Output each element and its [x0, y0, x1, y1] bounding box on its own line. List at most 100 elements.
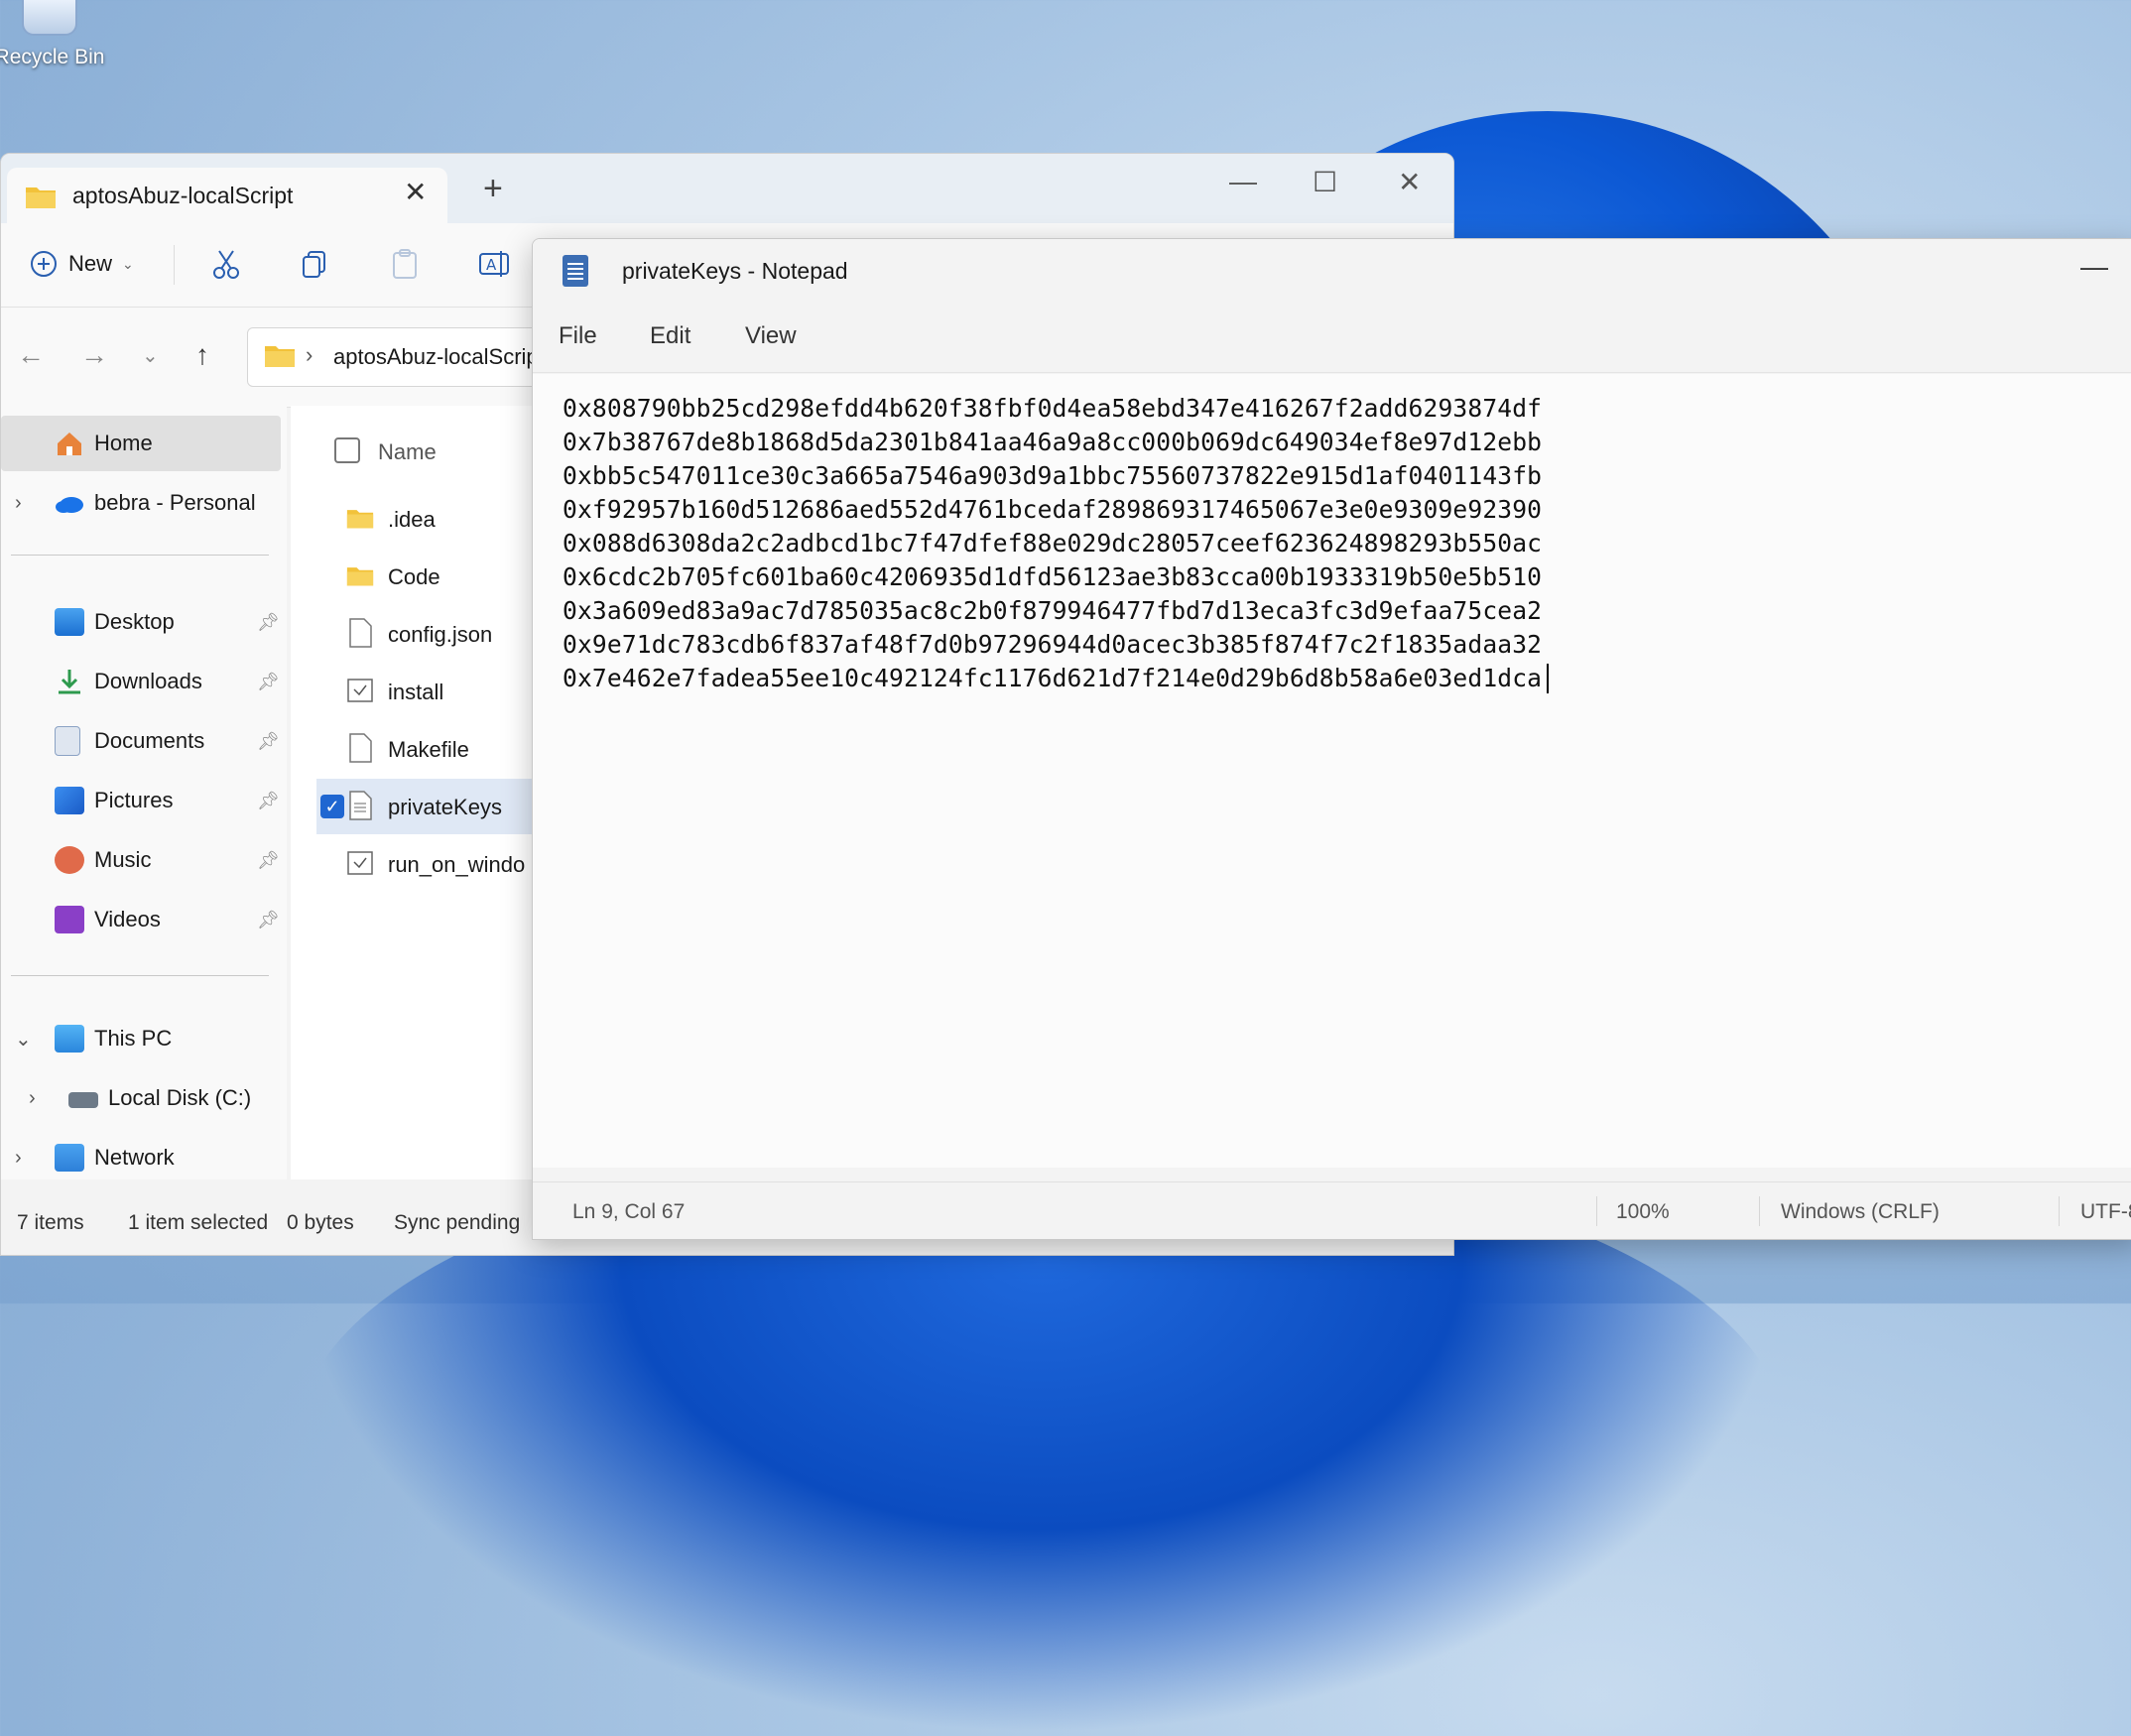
- home-icon: [58, 433, 81, 455]
- notepad-text-area[interactable]: 0x808790bb25cd298efdd4b620f38fbf0d4ea58e…: [533, 374, 2131, 1168]
- sync-status: Sync pending: [394, 1211, 521, 1234]
- sidebar-item-local-disk[interactable]: › Local Disk (C:): [15, 1070, 297, 1126]
- close-icon[interactable]: ✕: [1398, 166, 1421, 198]
- encoding: UTF-8: [2080, 1200, 2131, 1223]
- menu-view[interactable]: View: [745, 322, 797, 350]
- file-name: config.json: [388, 622, 493, 647]
- menu-edit[interactable]: Edit: [650, 322, 690, 350]
- notepad-window: privateKeys - Notepad — File Edit View 0…: [532, 238, 2131, 1240]
- recent-chevron-icon[interactable]: ⌄: [142, 343, 159, 368]
- back-arrow-icon[interactable]: ←: [17, 339, 45, 371]
- sidebar-divider: [11, 975, 269, 976]
- notepad-menubar: File Edit View: [533, 303, 2131, 373]
- notepad-icon: [563, 255, 588, 287]
- sidebar-item-home[interactable]: Home: [1, 416, 281, 471]
- music-icon: [55, 846, 84, 874]
- sidebar-label: bebra - Personal: [94, 490, 256, 515]
- rename-icon[interactable]: A: [477, 247, 511, 281]
- sidebar-label: Videos: [94, 907, 161, 931]
- sidebar-item-this-pc[interactable]: ⌄ This PC: [1, 1011, 283, 1066]
- tab-close-icon[interactable]: ✕: [404, 176, 427, 208]
- text-line: 0xbb5c547011ce30c3a665a7546a903d9a1bbc75…: [563, 461, 1543, 490]
- pin-icon[interactable]: 📌︎: [257, 612, 280, 633]
- sidebar-item-music[interactable]: Music 📌︎: [1, 832, 283, 888]
- explorer-tab[interactable]: aptosAbuz-localScript ✕: [7, 168, 447, 223]
- notepad-status-bar: Ln 9, Col 67 100% Windows (CRLF) UTF-8: [533, 1181, 2131, 1239]
- pin-icon[interactable]: 📌︎: [257, 850, 280, 871]
- pin-icon[interactable]: 📌︎: [257, 791, 280, 811]
- text-line: 0x7b38767de8b1868d5da2301b841aa46a9a8cc0…: [563, 428, 1543, 456]
- folder-icon: [265, 346, 295, 367]
- sidebar-item-desktop[interactable]: Desktop 📌︎: [1, 594, 283, 650]
- collapse-chevron-icon[interactable]: ⌄: [15, 1027, 32, 1052]
- script-file-icon: [347, 851, 373, 875]
- explorer-tabbar: aptosAbuz-localScript ✕ + — ☐ ✕: [1, 154, 1453, 223]
- row-checkbox-checked[interactable]: ✓: [320, 795, 344, 818]
- sidebar-label: Downloads: [94, 669, 202, 693]
- sidebar-label: Music: [94, 847, 152, 872]
- sidebar-item-network[interactable]: › Network: [1, 1130, 283, 1185]
- zoom-level: 100%: [1616, 1200, 1670, 1223]
- notepad-title: privateKeys - Notepad: [622, 258, 848, 284]
- status-divider: [1759, 1196, 1760, 1226]
- sidebar-label: Desktop: [94, 609, 175, 634]
- text-line: 0x808790bb25cd298efdd4b620f38fbf0d4ea58e…: [563, 394, 1543, 423]
- recycle-bin-desktop-icon[interactable]: Recycle Bin: [0, 0, 109, 69]
- sidebar-label: Home: [94, 431, 153, 455]
- file-name: run_on_windo: [388, 852, 526, 877]
- tab-title: aptosAbuz-localScript: [72, 183, 294, 208]
- file-icon: [349, 733, 372, 763]
- copy-icon[interactable]: [299, 247, 332, 281]
- sidebar-label: This PC: [94, 1026, 173, 1051]
- drive-icon: [68, 1092, 98, 1108]
- paste-icon[interactable]: [388, 247, 422, 281]
- select-all-checkbox[interactable]: [334, 437, 360, 463]
- sidebar-divider: [11, 555, 269, 556]
- maximize-icon[interactable]: ☐: [1313, 166, 1337, 198]
- forward-arrow-icon[interactable]: →: [80, 339, 108, 371]
- status-divider: [2059, 1196, 2060, 1226]
- file-name: .idea: [388, 507, 436, 532]
- folder-icon: [26, 187, 56, 208]
- videos-icon: [55, 906, 84, 933]
- new-tab-plus-icon[interactable]: +: [483, 170, 503, 208]
- up-arrow-icon[interactable]: ↑: [195, 339, 209, 371]
- chevron-down-icon: ⌄: [122, 255, 134, 272]
- sidebar-label: Network: [94, 1145, 175, 1170]
- sidebar-item-downloads[interactable]: Downloads 📌︎: [1, 654, 283, 709]
- sidebar-item-onedrive[interactable]: › bebra - Personal: [1, 475, 283, 531]
- pin-icon[interactable]: 📌︎: [257, 672, 280, 692]
- text-line: 0xf92957b160d512686aed552d4761bcedaf2898…: [563, 495, 1543, 524]
- sidebar-item-pictures[interactable]: Pictures 📌︎: [1, 773, 283, 828]
- cut-icon[interactable]: [209, 247, 243, 281]
- toolbar-divider: [174, 245, 175, 285]
- line-ending: Windows (CRLF): [1781, 1200, 1940, 1223]
- sidebar-label: Local Disk (C:): [108, 1085, 252, 1110]
- notepad-titlebar: privateKeys - Notepad —: [533, 239, 2131, 303]
- svg-text:A: A: [486, 256, 497, 274]
- selection-size: 0 bytes: [287, 1211, 354, 1234]
- pin-icon[interactable]: 📌︎: [257, 731, 280, 752]
- folder-icon: [346, 510, 374, 529]
- new-button[interactable]: New ⌄: [29, 249, 134, 279]
- minimize-icon[interactable]: —: [1229, 166, 1257, 197]
- text-line: 0x3a609ed83a9ac7d785035ac8c2b0f879946477…: [563, 596, 1543, 625]
- sidebar-item-documents[interactable]: Documents 📌︎: [1, 713, 283, 769]
- desktop-icon: [55, 608, 84, 636]
- expand-chevron-icon[interactable]: ›: [29, 1087, 36, 1110]
- menu-file[interactable]: File: [559, 322, 597, 350]
- network-icon: [55, 1144, 84, 1172]
- column-header-name[interactable]: Name: [378, 439, 437, 465]
- breadcrumb-path[interactable]: aptosAbuz-localScript: [333, 344, 545, 370]
- expand-chevron-icon[interactable]: ›: [15, 492, 22, 515]
- download-icon: [59, 670, 80, 694]
- document-icon: [55, 726, 80, 756]
- minimize-icon[interactable]: —: [2080, 251, 2108, 283]
- sidebar-item-videos[interactable]: Videos 📌︎: [1, 892, 283, 947]
- expand-chevron-icon[interactable]: ›: [15, 1147, 22, 1170]
- pin-icon[interactable]: 📌︎: [257, 910, 280, 930]
- computer-icon: [55, 1025, 84, 1053]
- cursor-position: Ln 9, Col 67: [572, 1200, 686, 1223]
- selection-count: 1 item selected: [128, 1211, 269, 1234]
- file-name: privateKeys: [388, 795, 502, 819]
